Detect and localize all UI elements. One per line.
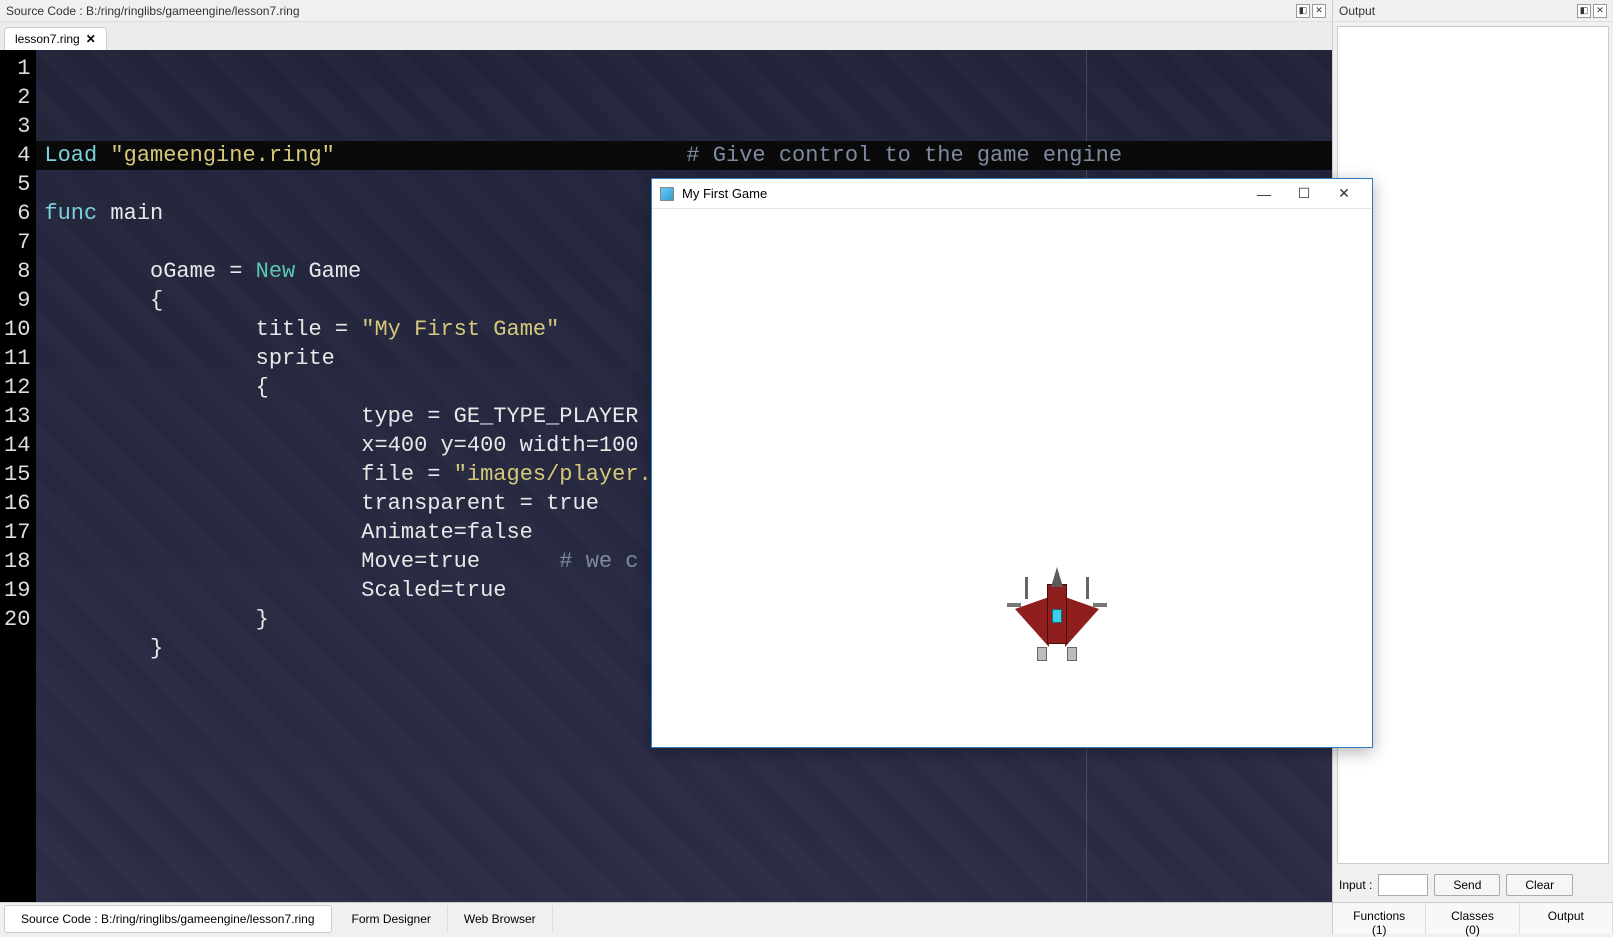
output-text-area[interactable] <box>1337 26 1609 864</box>
bottom-tab-source[interactable]: Source Code : B:/ring/ringlibs/gameengin… <box>4 905 332 933</box>
tab-functions[interactable]: Functions (1) <box>1333 903 1426 934</box>
game-canvas[interactable] <box>652 209 1372 747</box>
tab-close-icon[interactable]: ✕ <box>86 32 96 46</box>
minimize-icon[interactable]: — <box>1244 180 1284 208</box>
output-input-row: Input : Send Clear <box>1333 868 1613 902</box>
input-field[interactable] <box>1378 874 1428 896</box>
code-line[interactable]: Load "gameengine.ring"# Give control to … <box>36 141 1332 170</box>
maximize-icon[interactable]: ☐ <box>1284 180 1324 208</box>
send-button[interactable]: Send <box>1434 874 1500 896</box>
close-icon[interactable]: ✕ <box>1312 4 1326 18</box>
output-panel-header: Output ◧ ✕ <box>1333 0 1613 22</box>
output-panel: Output ◧ ✕ Input : Send Clear Functions … <box>1333 0 1613 934</box>
game-window[interactable]: My First Game — ☐ ✕ <box>651 178 1373 748</box>
clear-button[interactable]: Clear <box>1506 874 1573 896</box>
bottom-tab-strip: Source Code : B:/ring/ringlibs/gameengin… <box>0 902 1332 934</box>
line-gutter: 1234567891011121314151617181920 <box>0 50 36 902</box>
player-sprite <box>1007 569 1107 659</box>
detach-icon[interactable]: ◧ <box>1296 4 1310 18</box>
close-icon[interactable]: ✕ <box>1593 4 1607 18</box>
bottom-tab-web-browser[interactable]: Web Browser <box>448 906 553 932</box>
close-icon[interactable]: ✕ <box>1324 180 1364 208</box>
app-icon <box>660 187 674 201</box>
bottom-tab-form-designer[interactable]: Form Designer <box>336 906 448 932</box>
tab-output[interactable]: Output <box>1520 903 1613 934</box>
tab-lesson7[interactable]: lesson7.ring ✕ <box>4 27 107 50</box>
game-titlebar[interactable]: My First Game — ☐ ✕ <box>652 179 1372 209</box>
output-panel-title: Output <box>1339 4 1577 18</box>
input-label: Input : <box>1339 878 1372 892</box>
tab-label: lesson7.ring <box>15 32 80 46</box>
output-bottom-tabs: Functions (1) Classes (0) Output <box>1333 902 1613 934</box>
tab-classes[interactable]: Classes (0) <box>1426 903 1519 934</box>
game-title: My First Game <box>682 186 1244 201</box>
editor-tab-bar: lesson7.ring ✕ <box>0 22 1332 50</box>
source-panel-title: Source Code : B:/ring/ringlibs/gameengin… <box>6 4 1296 18</box>
detach-icon[interactable]: ◧ <box>1577 4 1591 18</box>
source-panel-header: Source Code : B:/ring/ringlibs/gameengin… <box>0 0 1332 22</box>
